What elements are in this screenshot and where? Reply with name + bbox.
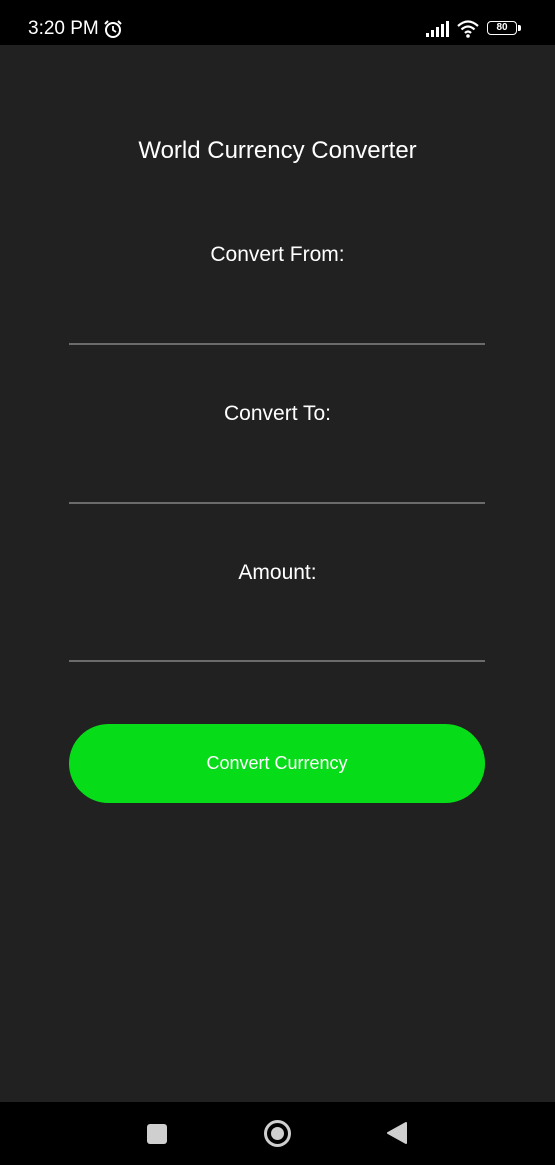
app-content: World Currency Converter Convert From: C…	[0, 45, 555, 1102]
battery-icon: 80	[487, 21, 523, 37]
home-icon[interactable]	[263, 1119, 292, 1148]
convert-currency-button[interactable]: Convert Currency	[69, 724, 485, 803]
convert-from-label: Convert From:	[210, 243, 345, 266]
back-icon[interactable]	[386, 1121, 408, 1145]
wifi-icon	[457, 20, 479, 38]
battery-level: 80	[496, 22, 508, 33]
convert-to-input[interactable]	[69, 464, 485, 504]
navigation-bar	[0, 1102, 555, 1165]
page-title: World Currency Converter	[138, 137, 417, 164]
status-bar: 3:20 PM 80	[0, 0, 555, 45]
recents-icon[interactable]	[147, 1124, 167, 1144]
convert-to-label: Convert To:	[224, 402, 331, 425]
status-time: 3:20 PM	[28, 18, 99, 39]
battery-tip	[518, 25, 521, 31]
alarm-icon	[104, 20, 122, 38]
convert-from-input[interactable]	[69, 305, 485, 345]
amount-label: Amount:	[238, 561, 317, 584]
amount-input[interactable]	[69, 622, 485, 662]
signal-icon	[426, 21, 449, 37]
